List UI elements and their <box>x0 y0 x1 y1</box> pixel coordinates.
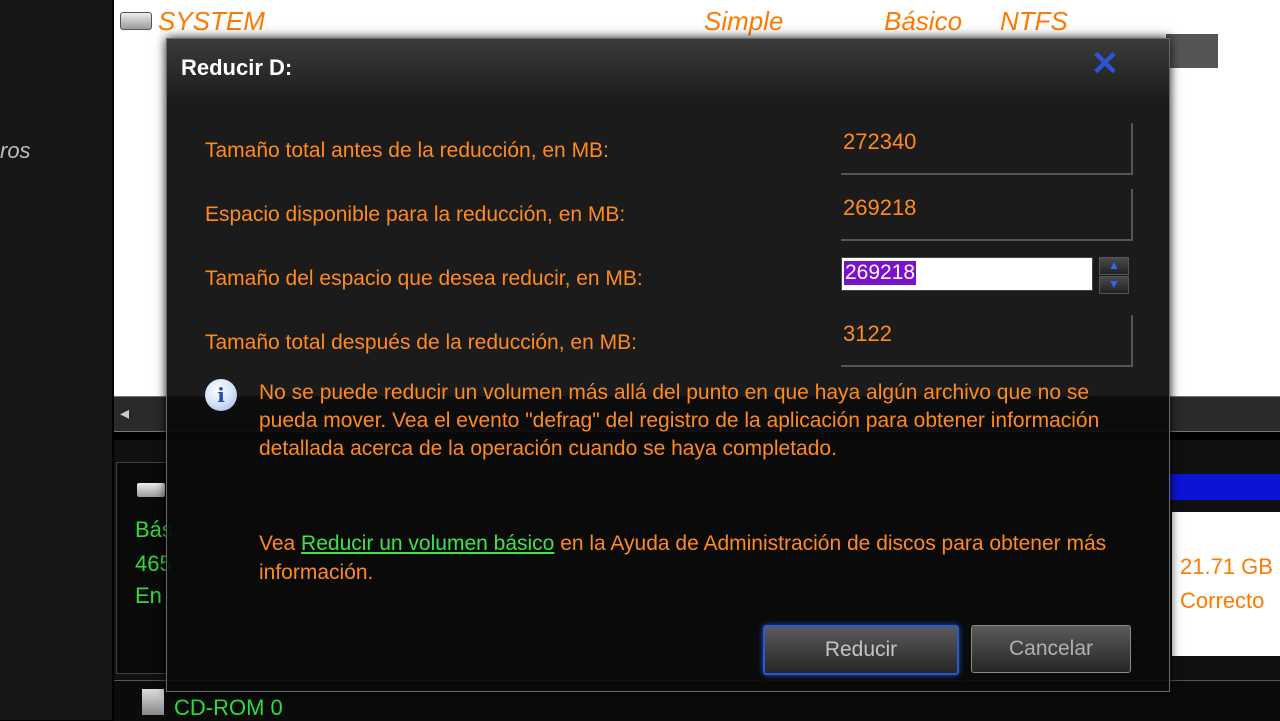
volume-name: SYSTEM <box>158 6 265 36</box>
info-icon: i <box>205 379 237 411</box>
partition-size: 21.71 GB <box>1180 554 1273 579</box>
shrink-amount-label: Tamaño del espacio que desea reducir, en… <box>205 267 643 290</box>
total-before-value: 272340 <box>843 129 917 154</box>
drive-icon <box>120 12 152 30</box>
scroll-left-icon[interactable]: ◂ <box>120 403 129 424</box>
shrink-amount-selected-text: 269218 <box>844 261 917 285</box>
partition-status: Correcto <box>1180 588 1265 613</box>
spin-up-button[interactable]: ▲ <box>1099 257 1129 275</box>
cancel-button[interactable]: Cancelar <box>971 625 1131 673</box>
dialog-title: Reducir D: <box>181 55 293 80</box>
volume-fs: NTFS <box>1000 6 1068 36</box>
info-message: No se puede reducir un volumen más allá … <box>259 381 1100 460</box>
chevron-up-icon: ▲ <box>1108 258 1120 272</box>
total-before-label: Tamaño total antes de la reducción, en M… <box>205 139 609 162</box>
total-after-value: 3122 <box>843 321 892 346</box>
cdrom-icon <box>142 689 164 715</box>
partition-block[interactable]: 21.71 GB Correcto <box>1172 512 1280 656</box>
disk-icon <box>137 483 165 497</box>
dialog-titlebar[interactable]: Reducir D: ✕ <box>167 39 1169 97</box>
available-field: 269218 <box>841 189 1133 241</box>
available-label: Espacio disponible para la reducción, en… <box>205 203 626 226</box>
volume-row-system[interactable]: SYSTEM Simple Básico NTFS <box>114 6 1280 40</box>
help-text: Vea Reducir un volumen básico en la Ayud… <box>259 529 1139 587</box>
shrink-amount-input[interactable]: 269218 <box>841 257 1093 291</box>
background-window-control[interactable] <box>1166 34 1218 68</box>
reduce-button[interactable]: Reducir <box>763 625 959 675</box>
total-after-field: 3122 <box>841 315 1133 367</box>
help-link[interactable]: Reducir un volumen básico <box>301 532 554 555</box>
chevron-down-icon: ▼ <box>1108 277 1120 291</box>
volume-layout: Simple <box>704 6 784 36</box>
available-value: 269218 <box>843 195 917 220</box>
help-prefix: Vea <box>259 532 302 555</box>
spin-down-button[interactable]: ▼ <box>1099 276 1129 294</box>
total-before-field: 272340 <box>841 123 1133 175</box>
tree-item-fragment[interactable]: ros <box>0 138 31 164</box>
partition-header-bar <box>1166 474 1280 500</box>
console-tree-pane: ros <box>0 0 112 720</box>
total-after-label: Tamaño total después de la reducción, en… <box>205 331 637 354</box>
close-icon[interactable]: ✕ <box>1083 47 1127 81</box>
disk-0-label[interactable]: Bás 465 En <box>116 462 173 674</box>
cdrom-label: CD-ROM 0 <box>174 695 283 720</box>
shrink-dialog: Reducir D: ✕ Tamaño total antes de la re… <box>166 38 1170 692</box>
volume-type: Básico <box>884 6 963 36</box>
disk-status: En <box>135 583 162 608</box>
